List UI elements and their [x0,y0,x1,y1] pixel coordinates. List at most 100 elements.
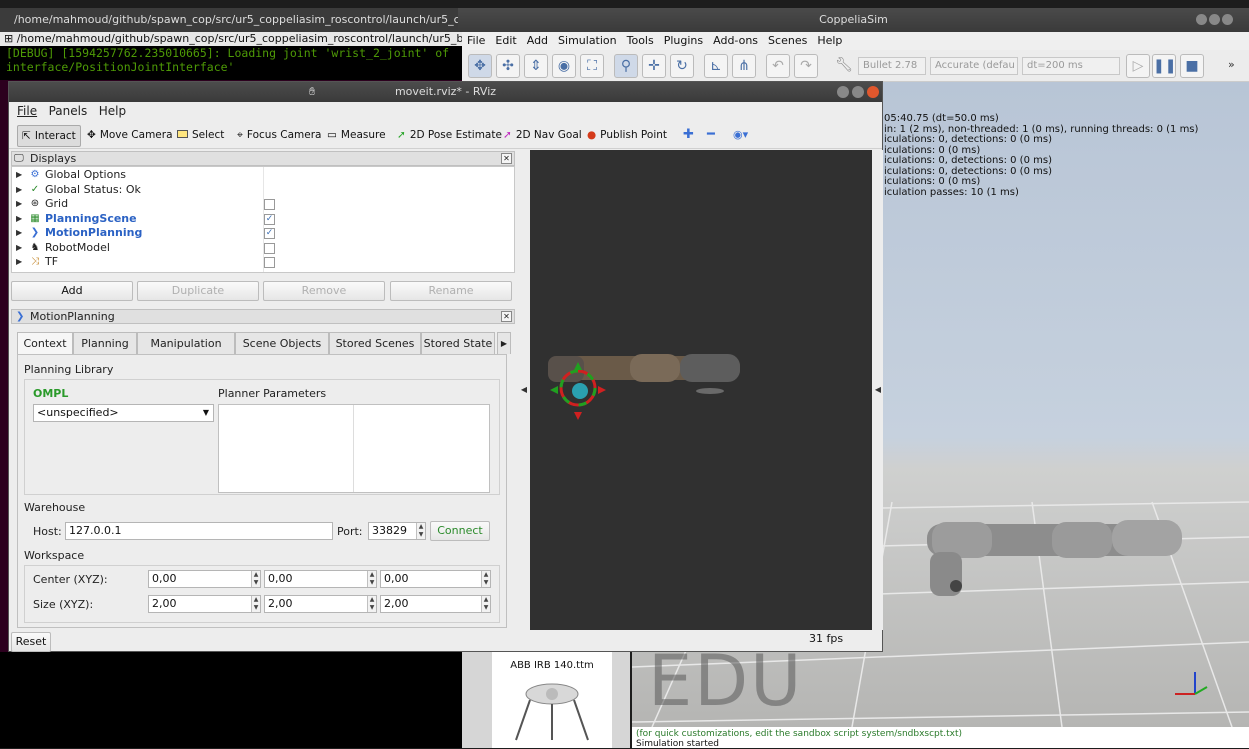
rotate-view-icon[interactable]: ✣ [496,54,520,78]
robot-model-checkbox[interactable] [264,242,275,254]
rviz-window: moveit.rviz* - RViz ✋︎ File Panels Help … [8,81,883,652]
menu-help[interactable]: Help [95,102,130,121]
display-global-status[interactable]: ▶ ✓ Global Status: Ok [12,183,514,198]
add-button[interactable]: Add [11,281,133,301]
engine-select[interactable]: Bullet 2.78 [858,57,926,75]
planning-scene-checkbox[interactable]: ✓ [264,213,275,225]
stepper-icon[interactable]: ▲ ▼ [367,571,376,587]
minimize-icon[interactable] [837,86,849,98]
reset-button[interactable]: Reset [11,632,51,652]
menu-simulation[interactable]: Simulation [553,32,622,50]
center-y-input[interactable]: 0,00 ▲ ▼ [264,570,377,588]
menu-add[interactable]: Add [522,32,553,50]
collapse-right-icon[interactable]: ◀ [873,150,883,630]
select-icon[interactable]: ⚲ [614,54,638,78]
tab-stored-scenes[interactable]: Stored Scenes [329,332,421,354]
play-icon[interactable]: ▷ [1126,54,1150,78]
remove-tool-icon[interactable]: ━ [703,125,719,147]
nav-goal-tool[interactable]: ➚ 2D Nav Goal [499,125,586,147]
menu-edit[interactable]: Edit [490,32,521,50]
stop-icon[interactable]: ■ [1180,54,1204,78]
maximize-icon[interactable] [1209,14,1220,25]
assembly-icon[interactable]: ⊾ [704,54,728,78]
dynamics-icon[interactable]: 🔧︎ [832,54,856,78]
connect-button[interactable]: Connect [430,521,490,541]
size-x-input[interactable]: 2,00 ▲ ▼ [148,595,261,613]
model-thumbnail-area[interactable]: ABB IRB 140.ttm [492,652,612,748]
stepper-icon[interactable]: ▲ ▼ [481,596,490,612]
collapse-left-icon[interactable]: ◀ [519,150,529,630]
coppelia-window-controls[interactable] [1196,14,1236,26]
close-icon[interactable]: ✕ [501,153,512,164]
motion-planning-checkbox[interactable]: ✓ [264,228,275,239]
remove-button[interactable]: Remove [263,281,385,301]
close-icon[interactable]: ✕ [501,311,512,322]
close-icon[interactable] [867,86,879,98]
interact-tool[interactable]: ⇱ Interact [17,125,81,147]
host-input[interactable]: 127.0.0.1 [65,522,333,540]
tab-manipulation[interactable]: Manipulation [137,332,235,354]
display-global-options[interactable]: ▶ ⚙ Global Options [12,168,514,183]
pause-icon[interactable]: ❚❚ [1152,54,1176,78]
grid-checkbox[interactable] [264,199,275,210]
undo-icon[interactable]: ↶ [766,54,790,78]
tab-planning[interactable]: Planning [73,332,137,354]
publish-point-tool[interactable]: ● Publish Point [583,125,671,147]
size-z-input[interactable]: 2,00 ▲ ▼ [380,595,491,613]
center-x-input[interactable]: 0,00 ▲ ▼ [148,570,261,588]
pose-estimate-tool[interactable]: ➚ 2D Pose Estimate [393,125,506,147]
move-view-icon[interactable]: ✥ [468,54,492,78]
duplicate-button[interactable]: Duplicate [137,281,259,301]
select-tool[interactable]: Select [173,125,228,147]
menu-help[interactable]: Help [812,32,847,50]
terminal-tab[interactable]: ⊞ /home/mahmoud/github/spawn_cop/src/ur5… [0,32,462,46]
stepper-icon[interactable]: ▲ ▼ [251,571,260,587]
planner-parameters-table[interactable] [218,404,490,493]
display-robot-model[interactable]: ▶ ♞ RobotModel [12,241,514,256]
accuracy-select[interactable]: Accurate (defau [930,57,1018,75]
timestep-select[interactable]: dt=200 ms [1022,57,1120,75]
tab-stored-states[interactable]: Stored State [421,332,495,354]
menu-tools[interactable]: Tools [622,32,659,50]
zoom-view-icon[interactable]: ⇕ [524,54,548,78]
menu-file[interactable]: File [462,32,490,50]
rviz-3d-viewport[interactable] [530,150,872,630]
redo-icon[interactable]: ↷ [794,54,818,78]
size-y-input[interactable]: 2,00 ▲ ▼ [264,595,377,613]
stepper-icon[interactable]: ▲ ▼ [416,523,425,539]
add-tool-icon[interactable]: ✚ [679,125,698,147]
center-z-input[interactable]: 0,00 ▲ ▼ [380,570,491,588]
display-motion-planning[interactable]: ▶ ❯ MotionPlanning ✓ [12,226,514,241]
rotate-object-icon[interactable]: ↻ [670,54,694,78]
stepper-icon[interactable]: ▲ ▼ [367,596,376,612]
toolbar-overflow-icon[interactable]: » [1228,58,1235,71]
display-planning-scene[interactable]: ▶ ▦ PlanningScene ✓ [12,212,514,227]
menu-addons[interactable]: Add-ons [708,32,763,50]
transfer-dna-icon[interactable]: ⋔ [732,54,756,78]
fit-view-icon[interactable]: ⛶ [580,54,604,78]
stepper-icon[interactable]: ▲ ▼ [481,571,490,587]
translate-object-icon[interactable]: ✛ [642,54,666,78]
planner-select[interactable]: <unspecified> ▼ [33,404,214,422]
tab-scroll-right-icon[interactable]: ▶ [497,332,511,354]
display-tf[interactable]: ▶ ⤨ TF [12,255,514,270]
minimize-icon[interactable] [1196,14,1207,25]
rename-button[interactable]: Rename [390,281,512,301]
menu-plugins[interactable]: Plugins [659,32,708,50]
menu-file[interactable]: File [13,102,41,121]
tool-properties-icon[interactable]: ◉▾ [729,125,752,147]
camera-icon[interactable]: ◉ [552,54,576,78]
focus-camera-tool[interactable]: ⌖ Focus Camera [233,125,325,147]
tf-checkbox[interactable] [264,257,275,268]
port-input[interactable]: 33829 ▲ ▼ [368,522,426,540]
display-grid[interactable]: ▶ ⊛ Grid [12,197,514,212]
menu-panels[interactable]: Panels [45,102,92,121]
maximize-icon[interactable] [852,86,864,98]
stepper-icon[interactable]: ▲ ▼ [251,596,260,612]
close-icon[interactable] [1222,14,1233,25]
menu-scenes[interactable]: Scenes [763,32,812,50]
tab-scene-objects[interactable]: Scene Objects [235,332,329,354]
measure-tool[interactable]: ▭ Measure [323,125,390,147]
move-camera-tool[interactable]: ✥ Move Camera [83,125,177,147]
tab-context[interactable]: Context [17,332,73,355]
